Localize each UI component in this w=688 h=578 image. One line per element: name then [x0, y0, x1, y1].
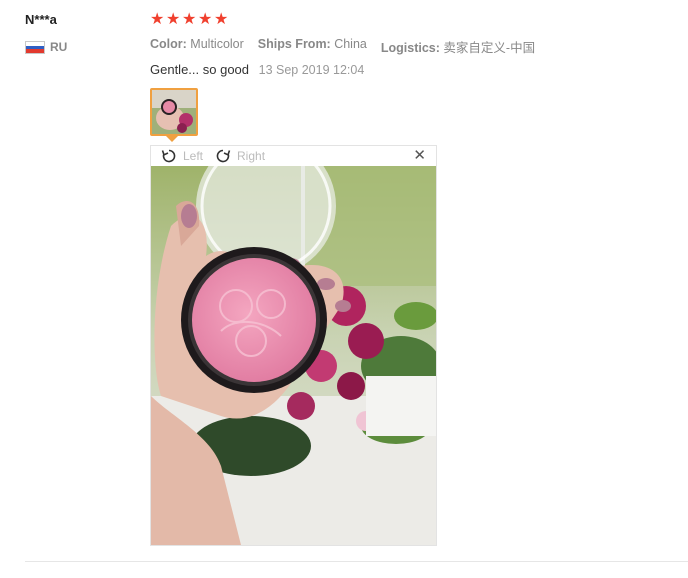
star-icon: ★	[198, 11, 213, 28]
thumbnail-image	[152, 90, 196, 134]
review-attributes: Color: Multicolor Ships From: China Logi…	[150, 37, 535, 56]
country-code: RU	[50, 40, 68, 54]
photo-viewer: Left Right ✕	[150, 145, 437, 546]
logistics-attribute: Logistics: 卖家自定义-中国	[381, 37, 535, 56]
star-icon: ★	[166, 11, 181, 28]
star-icon: ★	[182, 11, 197, 28]
ships-from-value: China	[334, 37, 367, 51]
viewer-toolbar: Left Right ✕	[151, 146, 436, 166]
ships-from-attribute: Ships From: China	[258, 37, 367, 56]
rotate-right-button[interactable]: Right	[215, 148, 265, 164]
color-value: Multicolor	[190, 37, 244, 51]
star-rating: ★ ★ ★ ★ ★	[150, 11, 230, 29]
review-date: 13 Sep 2019 12:04	[258, 63, 365, 77]
close-icon[interactable]: ✕	[413, 148, 426, 164]
review-divider	[25, 561, 688, 562]
russia-flag-icon	[25, 41, 45, 54]
color-label: Color:	[150, 37, 187, 51]
rotate-right-icon	[216, 149, 231, 163]
thumbnail-pointer	[166, 136, 178, 142]
star-icon: ★	[214, 11, 229, 28]
rotate-right-label: Right	[237, 149, 266, 163]
review-body: Gentle... so good 13 Sep 2019 12:04	[150, 62, 364, 77]
logistics-label: Logistics:	[380, 41, 440, 55]
rotate-left-label: Left	[183, 149, 204, 163]
review-photo-thumbnail[interactable]	[150, 88, 198, 136]
rotate-left-icon	[161, 149, 176, 163]
logistics-value: 卖家自定义-中国	[443, 41, 536, 55]
rotate-left-button[interactable]: Left	[161, 148, 203, 164]
color-attribute: Color: Multicolor	[150, 37, 244, 56]
review-photo-image	[151, 166, 436, 545]
review-photo	[151, 166, 436, 545]
review-text: Gentle... so good	[150, 62, 250, 77]
ships-from-label: Ships From:	[257, 37, 331, 51]
star-icon: ★	[150, 11, 165, 28]
user-name: N***a	[25, 12, 57, 27]
